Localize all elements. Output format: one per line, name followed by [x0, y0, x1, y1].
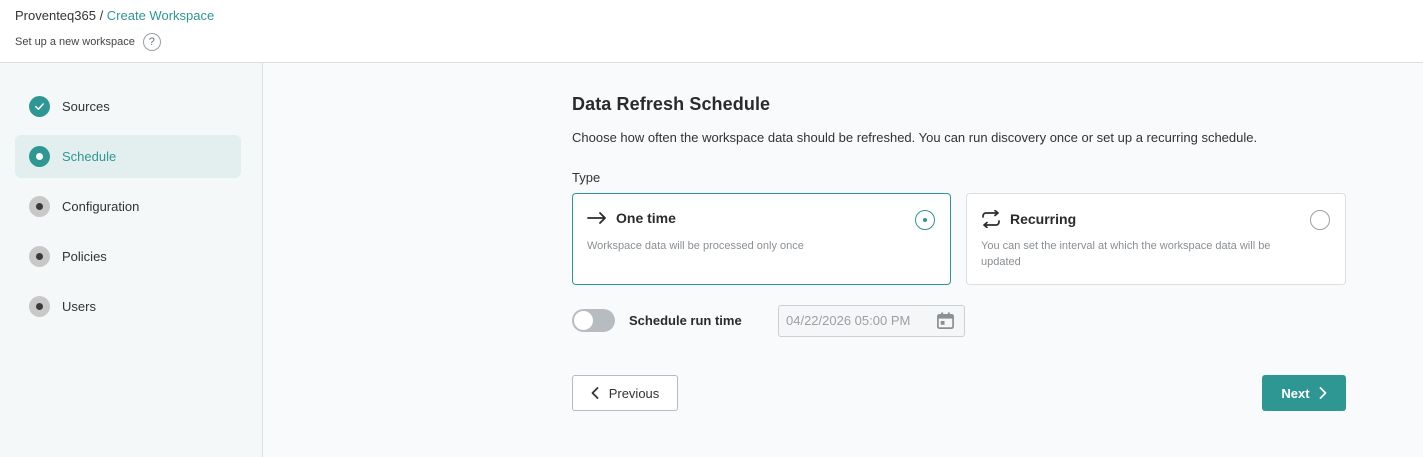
option-header: One time [587, 210, 676, 226]
chevron-left-icon [591, 387, 599, 399]
schedule-run-time-toggle[interactable] [572, 309, 615, 332]
option-recurring[interactable]: Recurring You can set the interval at wh… [966, 193, 1346, 285]
sidebar-step-users[interactable]: Users [15, 285, 241, 328]
option-title: Recurring [1010, 211, 1077, 227]
next-label: Next [1281, 385, 1310, 401]
breadcrumb-separator: / [95, 8, 107, 23]
section-description: Choose how often the workspace data shou… [572, 130, 1258, 145]
sidebar-step-schedule[interactable]: Schedule [15, 135, 241, 178]
breadcrumb-current: Create Workspace [106, 8, 215, 23]
step-label: Configuration [62, 199, 140, 214]
section-title: Data Refresh Schedule [572, 94, 771, 114]
option-title: One time [616, 210, 676, 226]
next-button[interactable]: Next [1262, 375, 1346, 411]
help-icon[interactable]: ? [142, 33, 161, 51]
step-label: Policies [62, 249, 107, 264]
pending-step-icon [29, 196, 50, 217]
step-label: Schedule [62, 149, 117, 164]
arrow-right-icon [587, 212, 606, 224]
option-header: Recurring [981, 210, 1076, 228]
repeat-icon [982, 210, 1000, 228]
step-label: Sources [62, 99, 110, 114]
sidebar-step-policies[interactable]: Policies [15, 235, 241, 278]
option-description: You can set the interval at which the wo… [981, 240, 1271, 268]
pending-step-icon [29, 296, 50, 317]
sidebar-step-sources[interactable]: Sources [15, 85, 241, 128]
breadcrumb: Proventeq365 / Create Workspace [15, 8, 214, 23]
previous-button[interactable]: Previous [572, 375, 678, 411]
schedule-run-time-label: Schedule run time [629, 313, 742, 328]
wizard-sidebar: Sources Schedule Configuration Policies … [0, 63, 263, 457]
current-step-icon [29, 146, 50, 167]
radio-one-time[interactable] [915, 210, 935, 230]
previous-label: Previous [608, 385, 660, 401]
calendar-icon[interactable] [936, 311, 955, 330]
step-label: Users [62, 299, 96, 314]
check-icon [29, 96, 50, 117]
subtitle-text: Set up a new workspace [15, 36, 135, 48]
radio-recurring[interactable] [1310, 210, 1330, 230]
pending-step-icon [29, 246, 50, 267]
chevron-right-icon [1319, 387, 1326, 399]
page-subtitle: Set up a new workspace ? [15, 33, 161, 51]
page-header: Proventeq365 / Create Workspace Set up a… [0, 0, 1423, 63]
option-one-time[interactable]: One time Workspace data will be processe… [572, 193, 951, 285]
option-description: Workspace data will be processed only on… [587, 240, 804, 252]
sidebar-step-configuration[interactable]: Configuration [15, 185, 241, 228]
type-label: Type [572, 170, 601, 185]
breadcrumb-root[interactable]: Proventeq365 [15, 8, 96, 23]
